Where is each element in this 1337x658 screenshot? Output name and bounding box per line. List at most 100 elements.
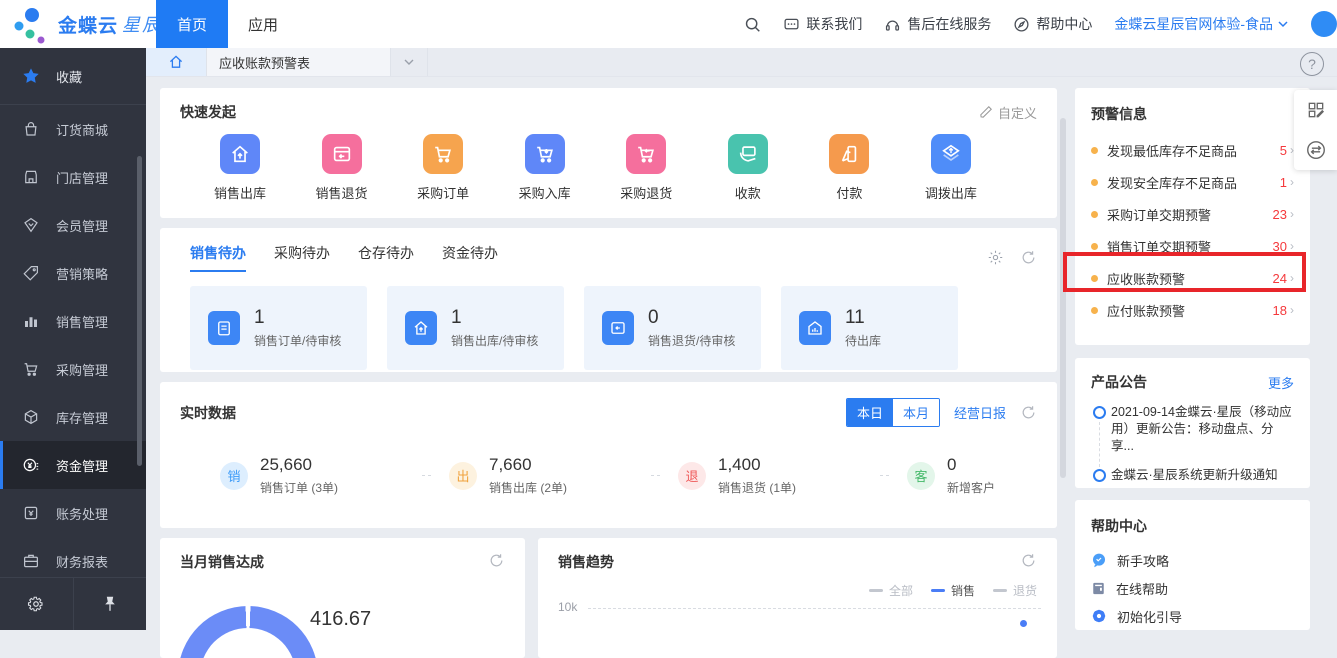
quick-item-receive-payment[interactable]: 收款 <box>708 134 788 202</box>
pencil-icon <box>979 105 993 119</box>
sidebar: 收藏 订货商城 门店管理 会员管理 营销策略 销售管理 采购管理 库存管理 <box>0 48 146 630</box>
legend-swatch <box>931 589 945 592</box>
legend-returns[interactable]: 退货 <box>993 582 1037 599</box>
nav-tab-apps[interactable]: 应用 <box>228 0 298 48</box>
nav-tab-home[interactable]: 首页 <box>156 0 228 48</box>
customize-button[interactable]: 自定义 <box>979 103 1037 122</box>
alert-item-safe-stock[interactable]: 发现安全库存不足商品 1 › <box>1091 166 1294 198</box>
quick-item-purchase-return[interactable]: 采购退货 <box>606 134 686 202</box>
gear-icon[interactable] <box>987 249 1004 266</box>
shopping-bag-icon <box>22 120 40 138</box>
tab-funds-todo[interactable]: 资金待办 <box>442 243 498 272</box>
sidebar-item-accounting[interactable]: 账务处理 <box>0 489 146 537</box>
house-up-icon <box>220 134 260 174</box>
refresh-icon[interactable] <box>488 552 505 569</box>
pay-money-icon <box>829 134 869 174</box>
sales-trend-title: 销售趋势 <box>558 552 614 572</box>
gear-icon <box>27 595 45 613</box>
sidebar-item-financial-reports[interactable]: 财务报表 <box>0 537 146 579</box>
warning-dot-icon <box>1091 211 1098 218</box>
donut-value: 416.67 <box>310 608 371 631</box>
search-icon[interactable] <box>744 16 761 33</box>
period-toggle[interactable]: 本日 本月 <box>846 398 940 427</box>
customize-layout-button[interactable] <box>1294 90 1337 130</box>
sidebar-item-marketing[interactable]: 营销策略 <box>0 249 146 297</box>
sidebar-settings-button[interactable] <box>0 578 74 630</box>
pin-icon <box>102 595 118 613</box>
sidebar-item-funds-mgmt[interactable]: 资金管理 <box>0 441 146 489</box>
clipboard-icon <box>208 311 240 345</box>
announcement-item[interactable]: 金蝶云·星辰系统更新升级通知 <box>1093 467 1296 484</box>
box-return-icon <box>322 134 362 174</box>
warning-dot-icon <box>1091 243 1098 250</box>
alert-item-min-stock[interactable]: 发现最低库存不足商品 5 › <box>1091 134 1294 166</box>
sidebar-item-member-mgmt[interactable]: 会员管理 <box>0 201 146 249</box>
toggle-month[interactable]: 本月 <box>893 399 939 426</box>
alert-item-receivables[interactable]: 应收账款预警 24 › <box>1091 262 1294 294</box>
todo-stat-to-outbound[interactable]: 11 待出库 <box>781 286 958 370</box>
stat-sales: 销 25,660 销售订单 (3单) <box>220 455 420 496</box>
help-item-init-guide[interactable]: 初始化引导 <box>1091 602 1294 630</box>
after-sales-service-link[interactable]: 售后在线服务 <box>884 14 991 34</box>
return-badge: 退 <box>678 462 706 490</box>
diamond-up-icon <box>931 134 971 174</box>
floating-tools-panel <box>1294 90 1337 170</box>
more-link[interactable]: 更多 <box>1268 373 1294 392</box>
warning-dot-icon <box>1091 179 1098 186</box>
legend-swatch <box>993 589 1007 592</box>
help-question-icon[interactable]: ? <box>1300 52 1324 76</box>
toggle-today[interactable]: 本日 <box>847 399 893 426</box>
todo-stat-sales-outbound[interactable]: 1 销售出库/待审核 <box>387 286 564 370</box>
sidebar-pin-button[interactable] <box>74 578 147 630</box>
refresh-icon[interactable] <box>1020 552 1037 569</box>
quick-item-make-payment[interactable]: 付款 <box>809 134 889 202</box>
sidebar-item-store-mgmt[interactable]: 门店管理 <box>0 153 146 201</box>
alert-item-payables[interactable]: 应付账款预警 18 › <box>1091 294 1294 326</box>
legend-sales[interactable]: 销售 <box>931 582 975 599</box>
tab-sales-todo[interactable]: 销售待办 <box>190 243 246 272</box>
tab-warehouse-todo[interactable]: 仓存待办 <box>358 243 414 272</box>
quick-item-purchase-inbound[interactable]: 采购入库 <box>505 134 585 202</box>
sidebar-item-sales-mgmt[interactable]: 销售管理 <box>0 297 146 345</box>
daily-report-link[interactable]: 经营日报 <box>954 403 1006 422</box>
alerts-card: 预警信息 发现最低库存不足商品 5 › 发现安全库存不足商品 1 › 采购订单交… <box>1075 88 1310 345</box>
alert-item-sales-due[interactable]: 销售订单交期预警 30 › <box>1091 230 1294 262</box>
avatar[interactable] <box>1311 11 1337 37</box>
contact-us-link[interactable]: 联系我们 <box>783 14 862 34</box>
quick-item-sales-outbound[interactable]: 销售出库 <box>200 134 280 202</box>
outbound-badge: 出 <box>449 462 477 490</box>
quick-item-transfer-outbound[interactable]: 调拨出库 <box>911 134 991 202</box>
help-center-link[interactable]: 帮助中心 <box>1013 14 1092 34</box>
account-switcher[interactable]: 金蝶云星辰官网体验-食品 <box>1114 14 1289 34</box>
realtime-title: 实时数据 <box>180 403 832 423</box>
timeline-line <box>1099 422 1100 467</box>
legend-all[interactable]: 全部 <box>869 582 913 599</box>
alert-item-purchase-due[interactable]: 采购订单交期预警 23 › <box>1091 198 1294 230</box>
todo-stat-sales-return[interactable]: 0 销售退货/待审核 <box>584 286 761 370</box>
sidebar-item-order-mall[interactable]: 订货商城 <box>0 105 146 153</box>
tab-dropdown[interactable] <box>391 48 428 76</box>
refresh-icon[interactable] <box>1020 249 1037 266</box>
sidebar-item-purchase-mgmt[interactable]: 采购管理 <box>0 345 146 393</box>
box-return-icon <box>602 311 634 345</box>
switch-view-button[interactable] <box>1294 130 1337 170</box>
stat-returns: 退 1,400 销售退货 (1单) <box>678 455 878 496</box>
quick-item-purchase-order[interactable]: 采购订单 <box>403 134 483 202</box>
refresh-icon[interactable] <box>1020 404 1037 421</box>
announcement-item[interactable]: 2021-09-14金蝶云·星辰（移动应用）更新公告：移动盘点、分享... <box>1093 404 1296 455</box>
home-tab[interactable] <box>146 48 206 76</box>
help-item-online-help[interactable]: 在线帮助 <box>1091 574 1294 602</box>
todo-stat-sales-orders[interactable]: 1 销售订单/待审核 <box>190 286 367 370</box>
tab-purchase-todo[interactable]: 采购待办 <box>274 243 330 272</box>
open-page-tab[interactable]: 应收账款预警表 <box>206 48 391 76</box>
legend-swatch <box>869 589 883 592</box>
help-item-beginner-guide[interactable]: 新手攻略 <box>1091 546 1294 574</box>
quick-item-sales-return[interactable]: 销售退货 <box>302 134 382 202</box>
sidebar-item-inventory-mgmt[interactable]: 库存管理 <box>0 393 146 441</box>
quick-launch-card: 快速发起 自定义 销售出库 销售退货 采购订单 采购入库 <box>160 88 1057 218</box>
main-scrollbar[interactable] <box>1060 118 1066 478</box>
chevron-down-icon <box>1277 18 1289 30</box>
monthly-sales-card: 当月销售达成 416.67 <box>160 538 525 658</box>
sidebar-item-favorites[interactable]: 收藏 <box>0 48 146 105</box>
sidebar-scrollbar[interactable] <box>137 156 142 466</box>
